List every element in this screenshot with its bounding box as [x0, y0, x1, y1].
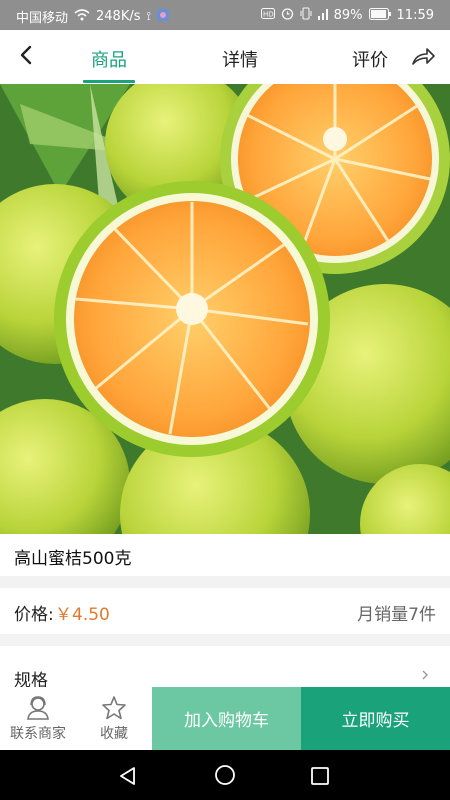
- top-nav-bar: 商品 详情 评价: [0, 30, 450, 84]
- chevron-right-icon: [422, 670, 428, 680]
- product-title: 高山蜜桔500克: [14, 549, 132, 569]
- product-title-card: 高山蜜桔500克: [0, 534, 450, 576]
- price-card: 价格: ￥4.50 月销量7件: [0, 588, 450, 634]
- star-icon: [102, 695, 126, 719]
- favorite-button[interactable]: 收藏: [76, 687, 152, 750]
- tab-product[interactable]: 商品: [91, 46, 127, 72]
- clock: 11:59: [396, 7, 434, 23]
- share-icon: [412, 48, 435, 65]
- tab-details[interactable]: 详情: [222, 46, 258, 72]
- carrier-label: 中国移动: [16, 11, 69, 26]
- svg-text:HD: HD: [263, 11, 274, 19]
- usb-icon: ⟟: [146, 9, 151, 23]
- share-button[interactable]: [410, 44, 436, 70]
- nav-back-icon[interactable]: [118, 766, 138, 786]
- price-value: ￥4.50: [55, 605, 110, 625]
- favorite-label: 收藏: [100, 725, 128, 742]
- product-image-carousel[interactable]: [0, 84, 450, 534]
- customer-service-icon: [27, 695, 49, 720]
- network-speed: 248K/s: [96, 9, 141, 24]
- hd-icon: HD: [260, 8, 275, 22]
- app-notification-icon: [156, 9, 169, 24]
- battery-icon: [368, 7, 391, 23]
- tab-reviews[interactable]: 评价: [352, 46, 388, 72]
- battery-percent: 89%: [333, 7, 363, 23]
- alarm-icon: [281, 7, 294, 23]
- active-tab-indicator: [83, 80, 135, 83]
- monthly-sales: 月销量7件: [357, 605, 436, 625]
- status-bar: 中国移动 248K/s ⟟ HD 89% 11:59: [0, 0, 450, 30]
- price-label: 价格:: [14, 605, 54, 625]
- contact-seller-button[interactable]: 联系商家: [0, 687, 76, 750]
- contact-seller-label: 联系商家: [10, 725, 66, 742]
- add-to-cart-button[interactable]: 加入购物车: [152, 687, 301, 750]
- system-nav-bar: [0, 750, 450, 800]
- nav-home-icon[interactable]: [214, 764, 236, 786]
- wifi-icon: [74, 9, 90, 24]
- back-button[interactable]: [16, 44, 38, 66]
- bottom-action-bar: 联系商家 收藏 加入购物车 立即购买: [0, 687, 450, 750]
- nav-recent-apps-icon[interactable]: [310, 766, 330, 786]
- back-arrow-icon: [20, 45, 32, 65]
- buy-now-button[interactable]: 立即购买: [301, 687, 450, 750]
- vibrate-icon: [300, 7, 312, 23]
- signal-icon: [317, 8, 328, 23]
- product-image: [0, 84, 450, 534]
